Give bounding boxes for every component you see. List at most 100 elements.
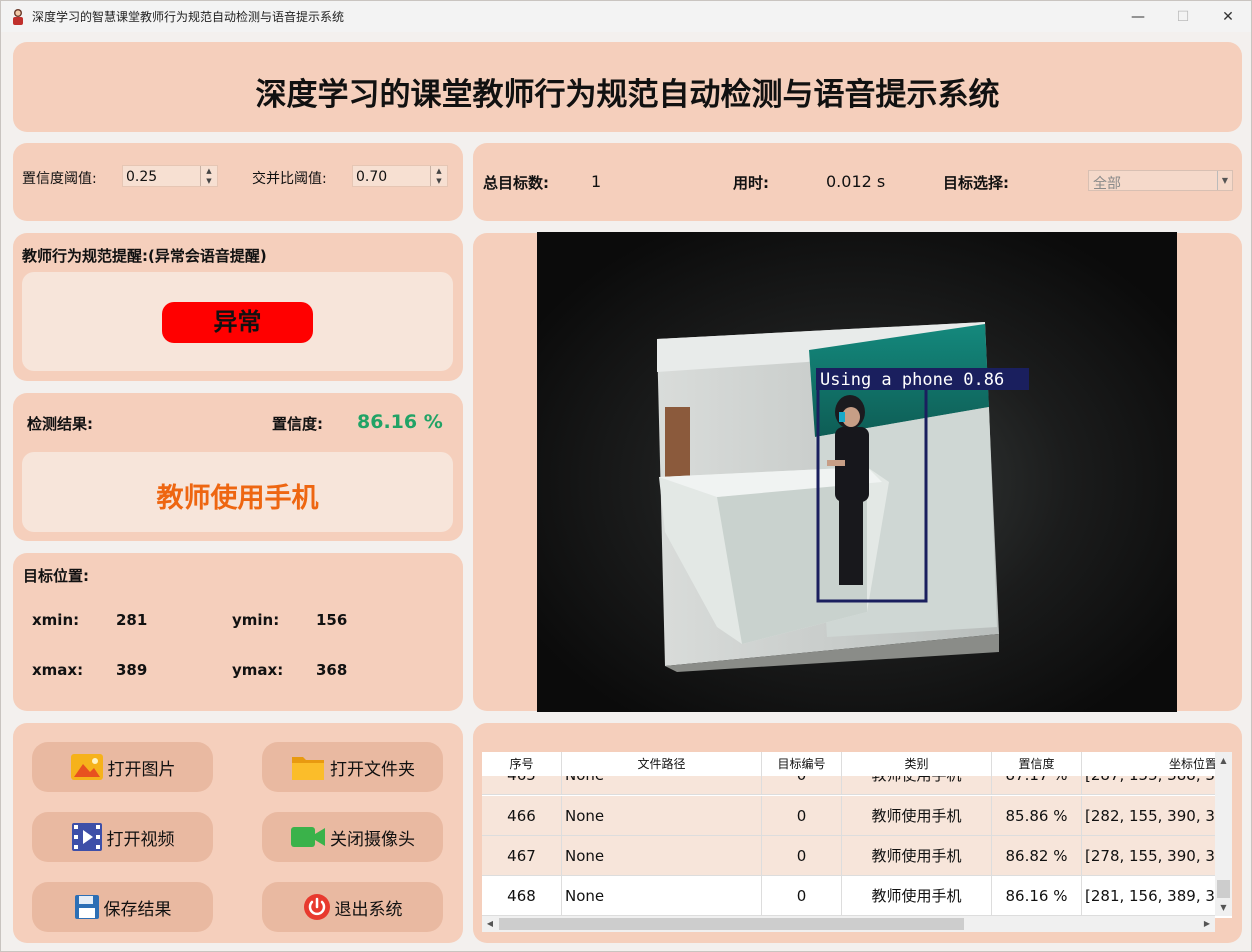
table-vertical-scrollbar[interactable]: ▲ ▼ <box>1215 752 1232 916</box>
header-path[interactable]: 文件路径 <box>562 752 762 776</box>
spin-down-icon[interactable]: ▼ <box>201 176 217 186</box>
minimize-button[interactable]: — <box>1115 1 1161 32</box>
header-target-id[interactable]: 目标编号 <box>762 752 842 776</box>
cell-confidence: 85.86 % <box>992 796 1082 836</box>
table-horizontal-scrollbar[interactable]: ◀ ▶ <box>482 916 1215 932</box>
save-icon <box>74 895 99 919</box>
iou-threshold-label: 交并比阈值: <box>252 171 327 187</box>
scroll-left-icon[interactable]: ◀ <box>482 916 498 932</box>
exit-system-button[interactable]: 退出系统 <box>262 882 443 932</box>
xmax-value: 389 <box>116 661 148 679</box>
bbox-label: Using a phone 0.86 <box>820 370 1004 390</box>
header-class[interactable]: 类别 <box>842 752 992 776</box>
video-icon <box>71 823 102 851</box>
cell-target-id: 0 <box>762 876 842 916</box>
result-class-text: 教师使用手机 <box>156 483 319 514</box>
close-icon: ✕ <box>1222 8 1234 25</box>
window-title: 深度学习的智慧课堂教师行为规范自动检测与语音提示系统 <box>32 10 345 24</box>
header-confidence[interactable]: 置信度 <box>992 752 1082 776</box>
target-select-label: 目标选择: <box>943 174 1009 192</box>
exit-system-label: 退出系统 <box>334 899 403 920</box>
confidence-label: 置信度: <box>272 415 323 433</box>
cell-confidence: 86.16 % <box>992 876 1082 916</box>
maximize-button[interactable]: ☐ <box>1160 1 1206 32</box>
spin-down-icon[interactable]: ▼ <box>431 176 447 186</box>
header-panel: 深度学习的课堂教师行为规范自动检测与语音提示系统 <box>13 42 1242 132</box>
minimize-icon: — <box>1131 8 1145 25</box>
cell-path: None <box>562 836 762 876</box>
save-results-button[interactable]: 保存结果 <box>32 882 213 932</box>
cell-path: None <box>562 876 762 916</box>
camera-icon <box>291 827 325 847</box>
scroll-up-icon[interactable]: ▲ <box>1215 752 1232 769</box>
cell-confidence: 86.82 % <box>992 836 1082 876</box>
scroll-right-icon[interactable]: ▶ <box>1199 916 1215 932</box>
iou-threshold-value: 0.70 <box>356 169 388 185</box>
save-results-label: 保存结果 <box>103 899 172 920</box>
open-folder-button[interactable]: 打开文件夹 <box>262 742 443 792</box>
xmin-value: 281 <box>116 611 148 629</box>
open-video-label: 打开视频 <box>106 829 175 850</box>
iou-threshold-spinbox[interactable]: 0.70 ▲ ▼ <box>352 165 448 187</box>
time-value: 0.012 s <box>826 172 886 191</box>
table-row[interactable]: 467 None 0 教师使用手机 86.82 % [278, 155, 390… <box>482 836 1220 876</box>
cell-target-id: 0 <box>762 796 842 836</box>
position-label: 目标位置: <box>23 567 89 585</box>
cell-index: 468 <box>482 876 562 916</box>
ymin-label: ymin: <box>232 611 280 629</box>
camera-frame: Using a phone 0.86 <box>537 232 1177 712</box>
result-label: 检测结果: <box>27 415 93 433</box>
close-camera-button[interactable]: 关闭摄像头 <box>262 812 443 862</box>
app-logo-icon <box>13 9 23 25</box>
results-table[interactable]: 465 None 0 教师使用手机 87.17 % [287, 155, 388… <box>482 752 1232 918</box>
table-row[interactable]: 466 None 0 教师使用手机 85.86 % [282, 155, 390… <box>482 796 1220 836</box>
open-folder-label: 打开文件夹 <box>330 759 415 780</box>
confidence-value: 86.16 % <box>357 411 443 433</box>
cell-index: 466 <box>482 796 562 836</box>
cell-path: None <box>562 796 762 836</box>
close-button[interactable]: ✕ <box>1205 1 1251 32</box>
scroll-h-thumb[interactable] <box>499 918 964 930</box>
scroll-thumb[interactable] <box>1217 880 1230 898</box>
total-targets-label: 总目标数: <box>483 174 549 192</box>
alert-label: 教师行为规范提醒:(异常会语音提醒) <box>22 247 267 265</box>
cell-coords: [281, 156, 389, 368] <box>1082 876 1220 916</box>
alert-status-badge: 异常 <box>162 302 313 343</box>
conf-threshold-value: 0.25 <box>126 169 158 185</box>
maximize-icon: ☐ <box>1176 8 1190 25</box>
cell-coords: [282, 155, 390, 364] <box>1082 796 1220 836</box>
image-icon <box>70 754 103 780</box>
target-select-dropdown[interactable]: 全部 ▼ <box>1088 170 1233 192</box>
scroll-down-icon[interactable]: ▼ <box>1215 899 1232 916</box>
open-video-button[interactable]: 打开视频 <box>32 812 213 862</box>
open-image-button[interactable]: 打开图片 <box>32 742 213 792</box>
folder-icon <box>292 757 324 780</box>
chevron-down-icon[interactable]: ▼ <box>1217 171 1232 190</box>
cell-class: 教师使用手机 <box>842 876 992 916</box>
header-index[interactable]: 序号 <box>482 752 562 776</box>
time-label: 用时: <box>733 174 769 192</box>
cell-index: 467 <box>482 836 562 876</box>
conf-spin-arrows[interactable]: ▲ ▼ <box>200 166 217 186</box>
cell-class: 教师使用手机 <box>842 796 992 836</box>
cell-coords: [278, 155, 390, 364] <box>1082 836 1220 876</box>
iou-spin-arrows[interactable]: ▲ ▼ <box>430 166 447 186</box>
cell-target-id: 0 <box>762 836 842 876</box>
spin-up-icon[interactable]: ▲ <box>201 166 217 176</box>
conf-threshold-label: 置信度阈值: <box>22 171 97 187</box>
detection-image: Using a phone 0.86 <box>537 232 1177 712</box>
xmax-label: xmax: <box>32 661 84 679</box>
xmin-label: xmin: <box>32 611 80 629</box>
power-icon <box>303 894 330 920</box>
total-targets-value: 1 <box>591 172 602 191</box>
spin-up-icon[interactable]: ▲ <box>431 166 447 176</box>
target-select-value: 全部 <box>1093 176 1121 192</box>
app-window: 深度学习的智慧课堂教师行为规范自动检测与语音提示系统 — ☐ ✕ 深度学习的课堂… <box>0 0 1252 952</box>
table-row[interactable]: 468 None 0 教师使用手机 86.16 % [281, 156, 389… <box>482 876 1220 916</box>
ymax-label: ymax: <box>232 661 284 679</box>
ymin-value: 156 <box>316 611 348 629</box>
header-coords[interactable]: 坐标位置 <box>1082 752 1220 776</box>
close-camera-label: 关闭摄像头 <box>330 829 415 850</box>
conf-threshold-spinbox[interactable]: 0.25 ▲ ▼ <box>122 165 218 187</box>
cell-class: 教师使用手机 <box>842 836 992 876</box>
